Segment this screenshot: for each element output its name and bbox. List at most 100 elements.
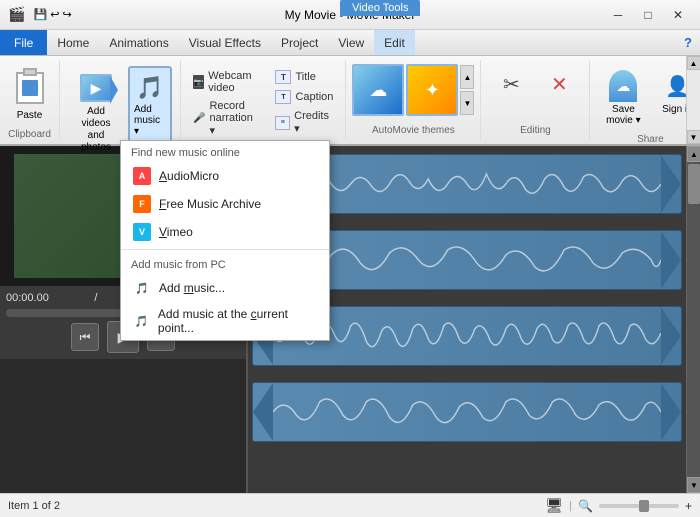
- track4-arrow-left: [253, 383, 273, 441]
- theme-nav-up[interactable]: ▲: [460, 65, 474, 89]
- fma-icon: F: [133, 195, 151, 213]
- webcam-video-button[interactable]: 📷 Webcam video: [189, 68, 263, 96]
- video-tools-badge: Video Tools: [340, 0, 420, 16]
- quick-access-icons: 💾 ↩ ↪: [33, 8, 71, 21]
- main-content: 00:00.00 / 39:50.51 ⤢ ⏮ ▶ ⏭: [0, 146, 700, 493]
- theme-item-2[interactable]: ✦: [406, 64, 458, 116]
- zoom-in-icon[interactable]: +: [685, 499, 692, 513]
- menu-animations[interactable]: Animations: [99, 30, 178, 55]
- menu-home[interactable]: Home: [47, 30, 99, 55]
- track2-arrow-right: [661, 231, 681, 289]
- narration-icon: 🎤: [193, 112, 205, 126]
- track4-arrow-right: [661, 383, 681, 441]
- record-narration-button[interactable]: 🎤 Record narration ▾: [189, 98, 263, 139]
- add-videos-button[interactable]: ▶ Add videosand photos: [68, 66, 124, 158]
- narration-label: Record narration ▾: [209, 100, 259, 137]
- scrollbar-up[interactable]: ▲: [687, 146, 700, 162]
- dropdown-add-music-current[interactable]: 🎵 Add music at the current point...: [121, 302, 329, 340]
- menu-project[interactable]: Project: [271, 30, 328, 55]
- add-music-label-row: Add music ▾: [134, 104, 166, 137]
- current-time: 00:00.00: [6, 292, 49, 305]
- track2-waveform: [273, 231, 661, 289]
- add-music-button[interactable]: 🎵 Add music ▾: [128, 66, 172, 143]
- editing-label: Editing: [489, 121, 581, 136]
- save-movie-button[interactable]: ☁ Save movie ▾: [598, 64, 648, 130]
- minimize-button[interactable]: ─: [604, 5, 632, 25]
- zoom-out-icon[interactable]: 🔍: [578, 499, 593, 513]
- caption-label: Caption: [295, 91, 333, 103]
- cut-tool-button[interactable]: ✂: [489, 64, 533, 104]
- dropdown-separator: [121, 249, 329, 250]
- menu-view[interactable]: View: [328, 30, 374, 55]
- track1-arrow-right: [661, 155, 681, 213]
- paste-button[interactable]: Paste: [4, 64, 56, 125]
- dropdown-add-music[interactable]: 🎵 Add music...: [121, 274, 329, 302]
- dropdown-audiomicro[interactable]: A AudioMicro: [121, 162, 329, 190]
- ribbon-scroll-down[interactable]: ▼: [687, 130, 700, 144]
- status-icon-1[interactable]: 🖥: [545, 497, 563, 514]
- add-music-icon: 🎵: [134, 72, 166, 104]
- credits-label: Credits ▾: [294, 110, 333, 135]
- dropdown-vimeo[interactable]: V Vimeo: [121, 218, 329, 246]
- theme-nav-down[interactable]: ▼: [460, 91, 474, 115]
- title-label: Title: [295, 71, 315, 83]
- menu-help[interactable]: ?: [676, 31, 700, 54]
- editing-items: ✂ ✕: [489, 64, 581, 104]
- scrollbar-down[interactable]: ▼: [687, 477, 700, 493]
- automovie-label: AutoMovie themes: [352, 121, 474, 136]
- webcam-icon: 📷: [193, 75, 204, 89]
- save-movie-icon: ☁: [607, 68, 639, 104]
- waveform-svg-4: [273, 387, 661, 437]
- automovie-section: ☁ ✦ ▲ ▼ AutoMovie themes: [346, 60, 481, 140]
- clipboard-items: Paste: [4, 64, 56, 125]
- add-music-current-label: Add music at the current point...: [158, 307, 317, 335]
- add-videos-icon: ▶: [78, 70, 114, 106]
- window-controls[interactable]: ─ □ ✕: [604, 5, 692, 25]
- track3-arrow-right: [661, 307, 681, 365]
- theme-item-1[interactable]: ☁: [352, 64, 404, 116]
- share-section: ☁ Save movie ▾ 👤 Sign in Share: [590, 60, 700, 140]
- close-button[interactable]: ✕: [664, 5, 692, 25]
- editing-section: ✂ ✕ Editing: [481, 60, 590, 140]
- scrollbar-track[interactable]: [687, 162, 700, 477]
- title-button[interactable]: T Title: [271, 68, 337, 86]
- credits-button[interactable]: ≡ Credits ▾: [271, 108, 337, 137]
- prev-frame-button[interactable]: ⏮: [71, 323, 99, 351]
- status-bar: Item 1 of 2 🖥 | 🔍 +: [0, 493, 700, 517]
- timeline-track-4[interactable]: [252, 382, 682, 442]
- scrollbar-thumb[interactable]: [688, 164, 700, 204]
- total-time-separator: /: [94, 292, 97, 305]
- ribbon-scroll-up[interactable]: ▲: [687, 56, 700, 70]
- timeline-scrollbar[interactable]: ▲ ▼: [686, 146, 700, 493]
- ribbon: Paste Clipboard ▶ Add videosand photos 🎵: [0, 56, 700, 146]
- app-icon: 🎬: [8, 6, 25, 23]
- ribbon-clipboard-group: Paste Clipboard: [0, 60, 60, 140]
- save-movie-label: Save movie ▾: [604, 104, 642, 126]
- waveform-svg-2: [273, 235, 661, 285]
- menu-edit[interactable]: Edit: [374, 30, 415, 55]
- add-music-current-icon: 🎵: [133, 312, 150, 330]
- add-videos-label: Add videosand photos: [74, 106, 118, 154]
- fma-label: Free Music Archive: [159, 197, 261, 211]
- dropdown-section1-label: Find new music online: [121, 141, 329, 162]
- dropdown-fma[interactable]: F Free Music Archive: [121, 190, 329, 218]
- paste-icon: [12, 68, 48, 108]
- set-start-button[interactable]: ✕: [537, 64, 581, 104]
- ribbon-scrollbar[interactable]: ▲ ▼: [686, 56, 700, 144]
- ribbon-add-group: ▶ Add videosand photos 🎵 Add music ▾: [60, 60, 181, 140]
- maximize-button[interactable]: □: [634, 5, 662, 25]
- track4-waveform: [273, 383, 661, 441]
- menu-visual-effects[interactable]: Visual Effects: [179, 30, 271, 55]
- audiomicro-label: AudioMicro: [159, 169, 219, 183]
- add-music-label: Add music ▾: [134, 104, 166, 137]
- add-music-item-label: Add music...: [159, 281, 225, 295]
- title-bar-left: 🎬 💾 ↩ ↪: [8, 6, 72, 23]
- menu-file[interactable]: File: [0, 30, 47, 55]
- audiomicro-icon: A: [133, 167, 151, 185]
- zoom-thumb[interactable]: [639, 500, 649, 512]
- webcam-label: Webcam video: [208, 70, 259, 94]
- ribbon-record-group: 📷 Webcam video 🎤 Record narration ▾ 📸 Sn…: [181, 60, 346, 140]
- caption-button[interactable]: T Caption: [271, 88, 337, 106]
- zoom-slider[interactable]: [599, 504, 679, 508]
- caption-icon: T: [275, 90, 291, 104]
